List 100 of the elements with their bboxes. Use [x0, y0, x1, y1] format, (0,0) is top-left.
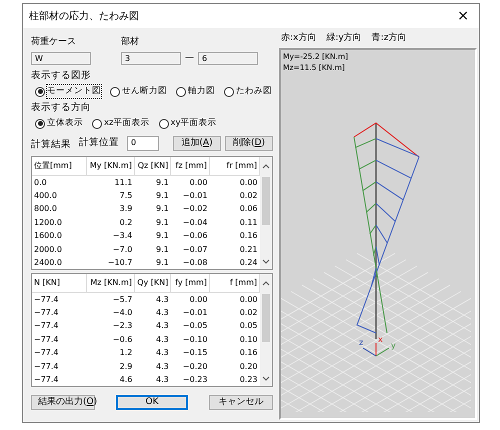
table-cell-text: 0.10	[238, 334, 258, 346]
axis-label: y	[391, 340, 396, 350]
table-cell-text: −0.01	[182, 306, 208, 319]
table-cell: −77.4	[32, 292, 87, 306]
radio-button[interactable]	[35, 118, 45, 129]
column-header[interactable]: Qz [KN]	[134, 157, 171, 176]
table-cell-text: −0.04	[182, 216, 208, 229]
action-button[interactable]: 削除(D)	[225, 136, 273, 150]
radio-label[interactable]: モーメント図	[47, 85, 101, 98]
table-cell-text: 1200.0	[33, 216, 63, 229]
table-cell-text: 0.06	[238, 203, 258, 216]
table-cell-text: 9.1	[155, 230, 170, 242]
table-cell-text: 4.3	[155, 374, 170, 386]
table-cell-text: −10.7	[106, 257, 134, 269]
dialog-button[interactable]: OK	[116, 395, 188, 410]
table-cell-text: −0.23	[182, 374, 208, 386]
position-field[interactable]: 0	[127, 136, 159, 150]
column-header[interactable]: Mz [KN.m]	[86, 274, 134, 292]
column-header[interactable]: 位置[mm]	[32, 157, 87, 176]
axis-label: x	[378, 334, 383, 344]
legend-label: 赤:x方向	[281, 32, 316, 45]
column-header[interactable]: My [KN.m]	[86, 157, 134, 176]
radio-button[interactable]	[158, 118, 168, 129]
column-header[interactable]: N [KN]	[32, 274, 87, 292]
table-cell: −5.7	[86, 292, 134, 306]
table-cell-text: 0.11	[238, 216, 258, 229]
table-cell-text: 400.0	[33, 190, 58, 202]
dialog-button[interactable]: 結果の出力(O)	[31, 395, 95, 410]
scrollbar[interactable]	[260, 274, 272, 386]
table-cell-text: −77.4	[33, 320, 60, 332]
scroll-thumb[interactable]	[262, 294, 270, 342]
table-cell-text: −0.08	[182, 257, 208, 269]
legend-label: 緑:y方向	[326, 32, 362, 45]
table-cell-text: −7.0	[112, 244, 134, 256]
radio-label[interactable]: せん断力図	[122, 85, 167, 98]
field-label: 荷重ケース	[31, 36, 77, 49]
table-cell-text: 2000.0	[33, 244, 63, 256]
radio-label[interactable]: たわみ図	[236, 85, 272, 98]
radio-label[interactable]: 軸力図	[188, 85, 215, 98]
table-cell-text: 4.3	[155, 320, 170, 332]
radio-label[interactable]: xz平面表示	[104, 117, 150, 130]
table-cell-text: 9.1	[155, 203, 170, 216]
action-button[interactable]: 追加(A)	[173, 136, 221, 150]
table-cell-text: 4.3	[155, 347, 170, 360]
column-header[interactable]: Qy [KN]	[134, 274, 171, 292]
table-cell-text: −77.4	[33, 306, 60, 319]
table-cell: 0.00	[209, 292, 260, 306]
table-cell: 0.00	[209, 176, 260, 189]
field-label: 部材	[121, 36, 140, 49]
radio-label[interactable]: xy平面表示	[170, 117, 217, 130]
table-cell-text: 7.5	[118, 190, 134, 202]
table-cell-text: −0.01	[182, 190, 208, 202]
table-cell-text: −2.3	[112, 320, 134, 332]
table-cell-text: −3.4	[112, 230, 134, 242]
window-title: 柱部材の応力、たわみ図	[29, 10, 139, 24]
table-cell: 11.1	[86, 176, 134, 189]
table-cell-text: 0.24	[238, 257, 258, 269]
table-cell-text: −77.4	[33, 347, 60, 360]
scroll-down-icon[interactable]	[262, 257, 270, 265]
scrollbar[interactable]	[260, 157, 272, 269]
group-label: 表示する図形	[31, 69, 92, 83]
close-button[interactable]: ×	[453, 9, 473, 23]
table-cell-text: 2.9	[118, 360, 134, 373]
table-cell-text: −77.4	[33, 334, 60, 346]
scroll-thumb[interactable]	[262, 177, 270, 225]
table-cell-text: 9.1	[155, 216, 170, 229]
table-cell-text: −4.0	[112, 306, 134, 319]
table-cell-text: 0.20	[238, 360, 258, 373]
table-cell-text: −0.02	[182, 203, 208, 216]
table-cell-text: −0.06	[182, 230, 208, 242]
table-cell: 4.3	[134, 292, 171, 306]
axis-triad-drawing	[362, 342, 390, 356]
table-cell: 0.0	[32, 176, 87, 189]
table-cell-text: −0.10	[182, 334, 208, 346]
dialog-button[interactable]: キャンセル	[209, 395, 273, 410]
table-cell-text: 2400.0	[33, 257, 63, 269]
radio-label[interactable]: 立体表示	[47, 117, 83, 130]
column-header[interactable]: fz [mm]	[170, 157, 210, 176]
table-cell-text: 0.16	[238, 230, 258, 242]
radio-button[interactable]	[110, 86, 120, 97]
radio-button[interactable]	[176, 86, 186, 97]
table-cell-text: 1.2	[118, 347, 134, 360]
radio-button[interactable]	[35, 86, 45, 97]
table-cell-text: 9.1	[155, 257, 170, 269]
table-cell-text: 4.6	[118, 374, 134, 386]
table-cell-text: 0.16	[238, 347, 258, 360]
legend-label: 青:z方向	[372, 32, 406, 45]
radio-button[interactable]	[92, 118, 102, 129]
table-cell-text: 0.02	[238, 306, 258, 319]
axis-label: z	[359, 338, 364, 346]
table-cell-text: −77.4	[33, 374, 60, 386]
group-label: 表示する方向	[31, 101, 92, 115]
table-cell-text: 9.1	[155, 244, 170, 256]
field-label: 計算位置	[79, 136, 119, 150]
table-cell-text: 0.05	[238, 320, 258, 332]
table-cell-text: 0.23	[238, 374, 258, 386]
section-label: 計算結果	[31, 138, 71, 152]
radio-button[interactable]	[224, 86, 234, 97]
scroll-down-icon[interactable]	[262, 374, 270, 382]
column-header[interactable]: fy [mm]	[170, 274, 210, 292]
